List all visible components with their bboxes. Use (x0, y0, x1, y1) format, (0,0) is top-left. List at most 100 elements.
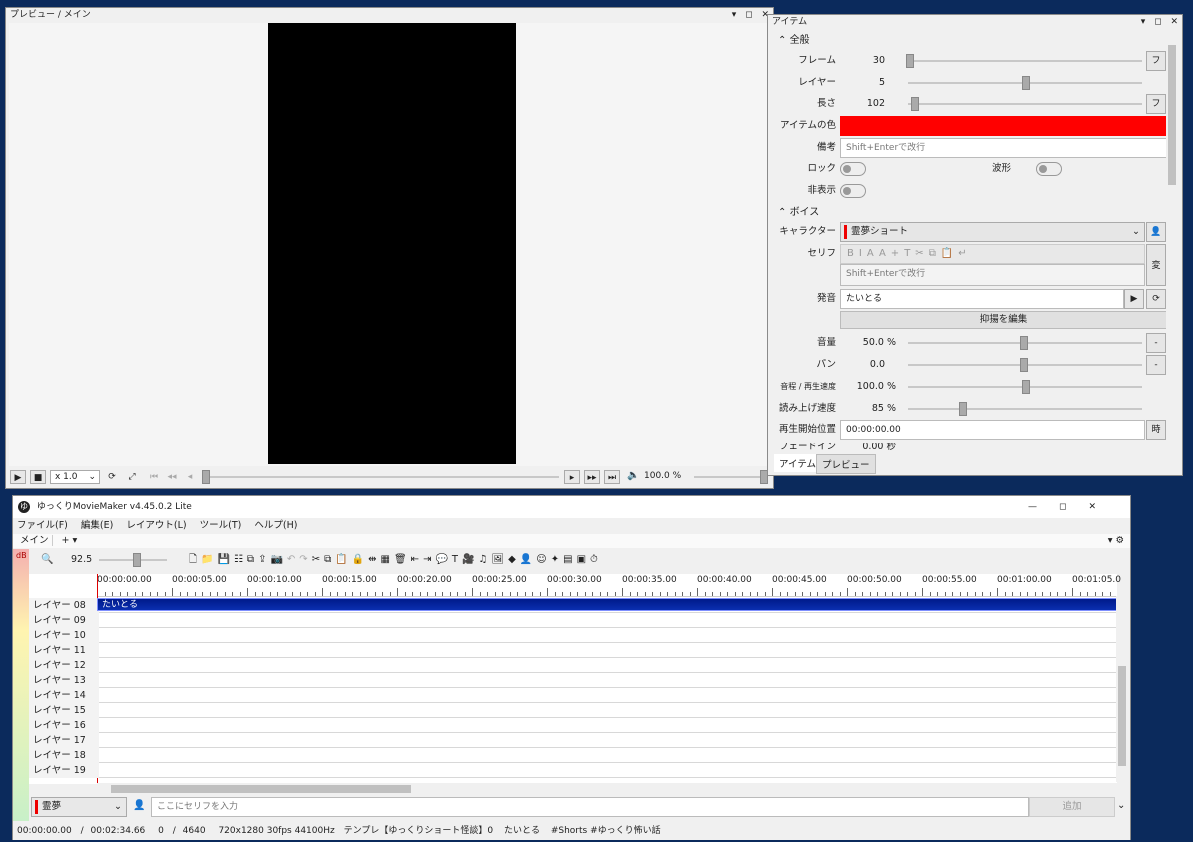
start-position-time-button[interactable]: 時 (1146, 420, 1166, 440)
group-icon[interactable]: ▣ (577, 554, 590, 565)
layer-name[interactable]: レイヤー 18 (29, 748, 99, 763)
zoom-slider[interactable] (694, 476, 766, 478)
effect-icon[interactable]: ✦ (551, 554, 563, 565)
font-size-icon[interactable]: A (867, 248, 879, 259)
font-grow-icon[interactable]: A+ (879, 248, 904, 259)
snapshot-icon[interactable]: 📷 (270, 554, 286, 565)
length-value[interactable]: 102 (850, 94, 885, 114)
timeline-zoom-thumb[interactable] (133, 553, 141, 567)
layer-name[interactable]: レイヤー 13 (29, 673, 99, 688)
bold-icon[interactable]: B (847, 248, 859, 259)
menu-edit[interactable]: 編集(E) (81, 520, 113, 531)
align-left-icon[interactable]: ⇤ (411, 554, 423, 565)
chevron-down-icon[interactable]: ⌄ (1117, 800, 1125, 811)
seek-thumb[interactable] (202, 470, 210, 484)
next-frame-button[interactable]: ▸▸ (584, 470, 600, 484)
layer-thumb[interactable] (1022, 76, 1030, 90)
zoom-icon[interactable]: 🔍 (41, 549, 53, 571)
character-settings-button[interactable]: 👤 (1146, 222, 1166, 242)
layer-name[interactable]: レイヤー 17 (29, 733, 99, 748)
add-tab-button[interactable]: + ▾ (62, 535, 78, 546)
frame-thumb[interactable] (906, 54, 914, 68)
layer-row[interactable]: レイヤー 13 (29, 673, 1117, 688)
export-icon[interactable]: ⇪ (258, 554, 270, 565)
layer-row[interactable]: レイヤー 10 (29, 628, 1117, 643)
start-position-input[interactable]: 00:00:00.00 (840, 420, 1145, 440)
frame-slider[interactable] (908, 60, 1142, 62)
seek-slider[interactable] (204, 476, 559, 478)
close-icon[interactable]: ✕ (1088, 502, 1118, 512)
grid-icon[interactable]: ▦ (381, 554, 394, 565)
expand-icon[interactable]: ⤢ (124, 470, 140, 484)
clear-format-icon[interactable]: T (904, 248, 915, 259)
layer-row[interactable]: レイヤー 16 (29, 718, 1117, 733)
timeline-hscroll[interactable] (97, 783, 1117, 795)
prev-frame-icon[interactable]: ◂◂ (164, 470, 180, 484)
item-scrollbar[interactable] (1166, 31, 1178, 453)
speed-select[interactable]: x 1.0 ⌄ (50, 470, 100, 484)
close-icon[interactable]: ✕ (1170, 17, 1178, 27)
cut-icon[interactable]: ✂ (915, 248, 928, 259)
video-frame[interactable] (268, 23, 516, 464)
section-general[interactable]: ⌃ 全般 (778, 33, 810, 49)
step-back-icon[interactable]: ◂ (182, 470, 198, 484)
pronounce-refresh-button[interactable]: ⟳ (1146, 289, 1166, 309)
menu-help[interactable]: ヘルプ(H) (254, 520, 297, 531)
read-speed-value[interactable]: 85 % (850, 399, 896, 419)
timeline-vscroll-thumb[interactable] (1118, 666, 1126, 766)
layer-name[interactable]: レイヤー 08 (29, 598, 99, 613)
add-button[interactable]: 追加 (1029, 797, 1115, 817)
pronounce-input[interactable]: たいとる (840, 289, 1124, 309)
new-file-icon[interactable]: 🗋 (189, 554, 201, 565)
dropdown-icon[interactable]: ▾ (1141, 17, 1146, 27)
video-icon[interactable]: 🎥 (462, 554, 478, 565)
maximize-icon[interactable]: ◻ (1154, 17, 1161, 27)
comment-icon[interactable]: 💬 (435, 554, 451, 565)
maximize-icon[interactable]: ◻ (1059, 502, 1088, 512)
save-icon[interactable]: 💾 (218, 554, 234, 565)
section-voice[interactable]: ⌃ ボイス (778, 205, 819, 221)
redo-icon[interactable]: ↷ (299, 554, 311, 565)
layer-row[interactable]: レイヤー 09 (29, 613, 1117, 628)
image-icon[interactable]: 🖼 (491, 554, 508, 565)
layer-value[interactable]: 5 (850, 73, 885, 93)
menu-layout[interactable]: レイアウト(L) (126, 520, 186, 531)
serif-input[interactable]: Shift+Enterで改行 (840, 264, 1145, 286)
layer-name[interactable]: レイヤー 14 (29, 688, 99, 703)
read-speed-slider[interactable] (908, 408, 1142, 410)
tab-preview[interactable]: プレビュー (816, 454, 876, 474)
layer-row[interactable]: レイヤー 11 (29, 643, 1117, 658)
undo-icon[interactable]: ↶ (287, 554, 299, 565)
speaker-settings-icon[interactable]: 👤 (133, 800, 145, 811)
timeline-zoom[interactable]: 92.5 (71, 549, 92, 571)
open-folder-icon[interactable]: 📁 (201, 554, 217, 565)
copy-icon[interactable]: ⧉ (324, 554, 335, 565)
waveform-toggle[interactable] (1036, 162, 1062, 176)
layer-name[interactable]: レイヤー 11 (29, 643, 99, 658)
layer-row[interactable]: レイヤー 15 (29, 703, 1117, 718)
pan-value[interactable]: 0.0 (850, 355, 885, 375)
copy-icon[interactable]: ⧉ (929, 248, 941, 259)
tab-item[interactable]: アイテム (774, 454, 822, 472)
layer-name[interactable]: レイヤー 09 (29, 613, 99, 628)
skip-start-icon[interactable]: ⏮ (146, 470, 162, 484)
timeline-hscroll-thumb[interactable] (111, 785, 411, 793)
dropdown-icon[interactable]: ▾ (732, 10, 737, 20)
pan-thumb[interactable] (1020, 358, 1028, 372)
item-scrollbar-thumb[interactable] (1168, 45, 1176, 185)
pronounce-play-button[interactable]: ▶ (1124, 289, 1144, 309)
layer-row[interactable]: レイヤー 08 たいとる (29, 598, 1117, 613)
stop-button[interactable]: ■ (30, 470, 46, 484)
layer-row[interactable]: レイヤー 19 (29, 763, 1117, 778)
copy-project-icon[interactable]: ⧉ (247, 554, 258, 565)
speaker-select[interactable]: 霊夢 ⌄ (31, 797, 127, 817)
layer-row[interactable]: レイヤー 12 (29, 658, 1117, 673)
serif-change-button[interactable]: 変 (1146, 244, 1166, 286)
volume-thumb[interactable] (1020, 336, 1028, 350)
transition-icon[interactable]: ▤ (563, 554, 576, 565)
layer-row[interactable]: レイヤー 18 (29, 748, 1117, 763)
shape-icon[interactable]: ◆ (508, 554, 520, 565)
maximize-icon[interactable]: ◻ (745, 10, 752, 20)
tab-main[interactable]: メイン (17, 535, 53, 546)
music-icon[interactable]: ♫ (478, 554, 491, 565)
